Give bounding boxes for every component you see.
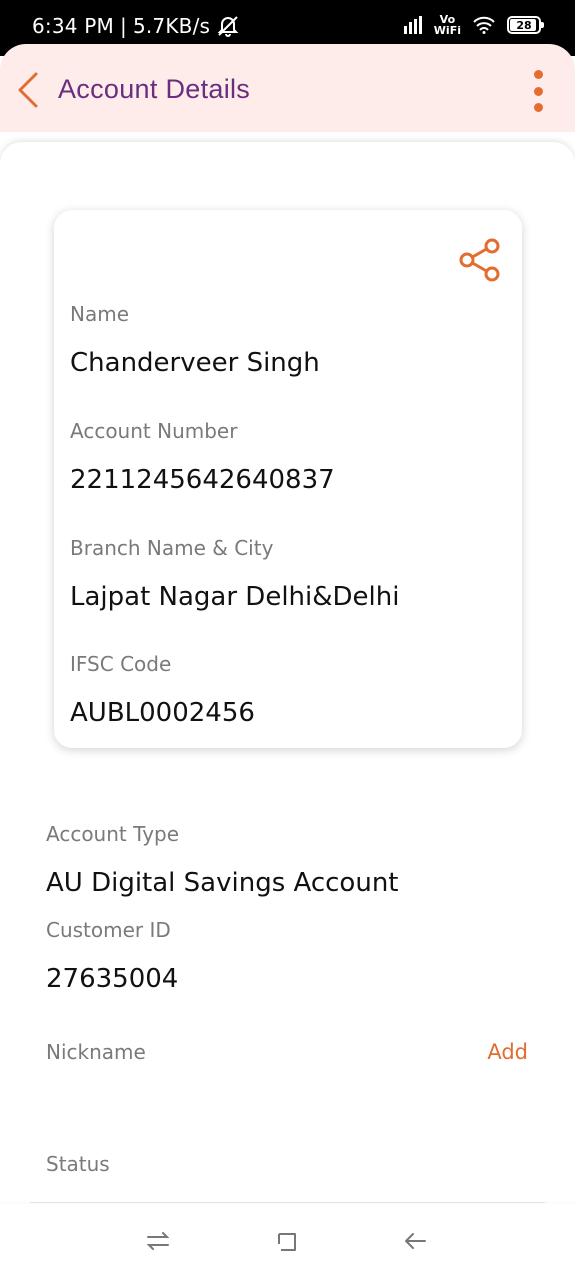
status-left: 6:34 PM | 5.7KB/s	[32, 14, 240, 38]
chevron-left-icon[interactable]	[14, 70, 44, 110]
share-icon[interactable]	[456, 236, 504, 284]
account-type-value: AU Digital Savings Account	[46, 868, 399, 898]
recents-icon[interactable]	[143, 1226, 173, 1256]
more-vertical-icon[interactable]	[531, 70, 545, 112]
account-detail-card: Name Chanderveer Singh Account Number 22…	[54, 210, 522, 748]
ifsc-value: AUBL0002456	[70, 698, 255, 728]
add-nickname-button[interactable]: Add	[487, 1040, 528, 1064]
customer-id-label: Customer ID	[46, 918, 171, 942]
ifsc-label: IFSC Code	[70, 652, 172, 676]
customer-id-value: 27635004	[46, 964, 179, 994]
status-speed: 5.7KB/s	[132, 14, 211, 38]
home-icon[interactable]	[272, 1226, 302, 1256]
divider	[30, 1202, 545, 1203]
content-panel: Name Chanderveer Singh Account Number 22…	[0, 142, 575, 1202]
vowifi-icon: Vo WiFi	[433, 13, 461, 37]
account-number-value: 2211245642640837	[70, 465, 335, 495]
branch-value: Lajpat Nagar Delhi&Delhi	[70, 582, 400, 612]
status-separator: |	[120, 14, 127, 38]
battery-icon: 28	[507, 16, 544, 34]
name-value: Chanderveer Singh	[70, 348, 320, 378]
page-title: Account Details	[58, 74, 251, 104]
back-arrow-icon[interactable]	[400, 1226, 430, 1256]
status-label: Status	[46, 1152, 110, 1176]
name-label: Name	[70, 302, 130, 326]
nickname-label: Nickname	[46, 1040, 146, 1064]
battery-level: 28	[516, 18, 532, 32]
system-nav-bar	[0, 1204, 575, 1280]
account-type-label: Account Type	[46, 822, 180, 846]
wifi-icon	[473, 16, 495, 34]
status-right: Vo WiFi 28	[403, 13, 544, 37]
branch-label: Branch Name & City	[70, 536, 274, 560]
mute-bell-icon	[217, 16, 239, 37]
account-number-label: Account Number	[70, 419, 238, 443]
status-time: 6:34 PM	[32, 14, 114, 38]
signal-icon	[403, 16, 422, 34]
app-header: Account Details	[0, 44, 575, 132]
